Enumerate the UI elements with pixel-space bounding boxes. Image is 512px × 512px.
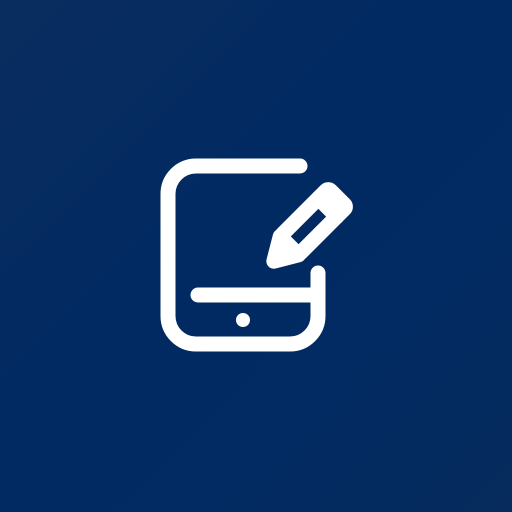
- app-icon-tile: [0, 0, 512, 512]
- home-button-dot: [236, 313, 250, 327]
- pencil-icon: [266, 182, 353, 269]
- tablet-with-pencil-icon: [160, 158, 353, 352]
